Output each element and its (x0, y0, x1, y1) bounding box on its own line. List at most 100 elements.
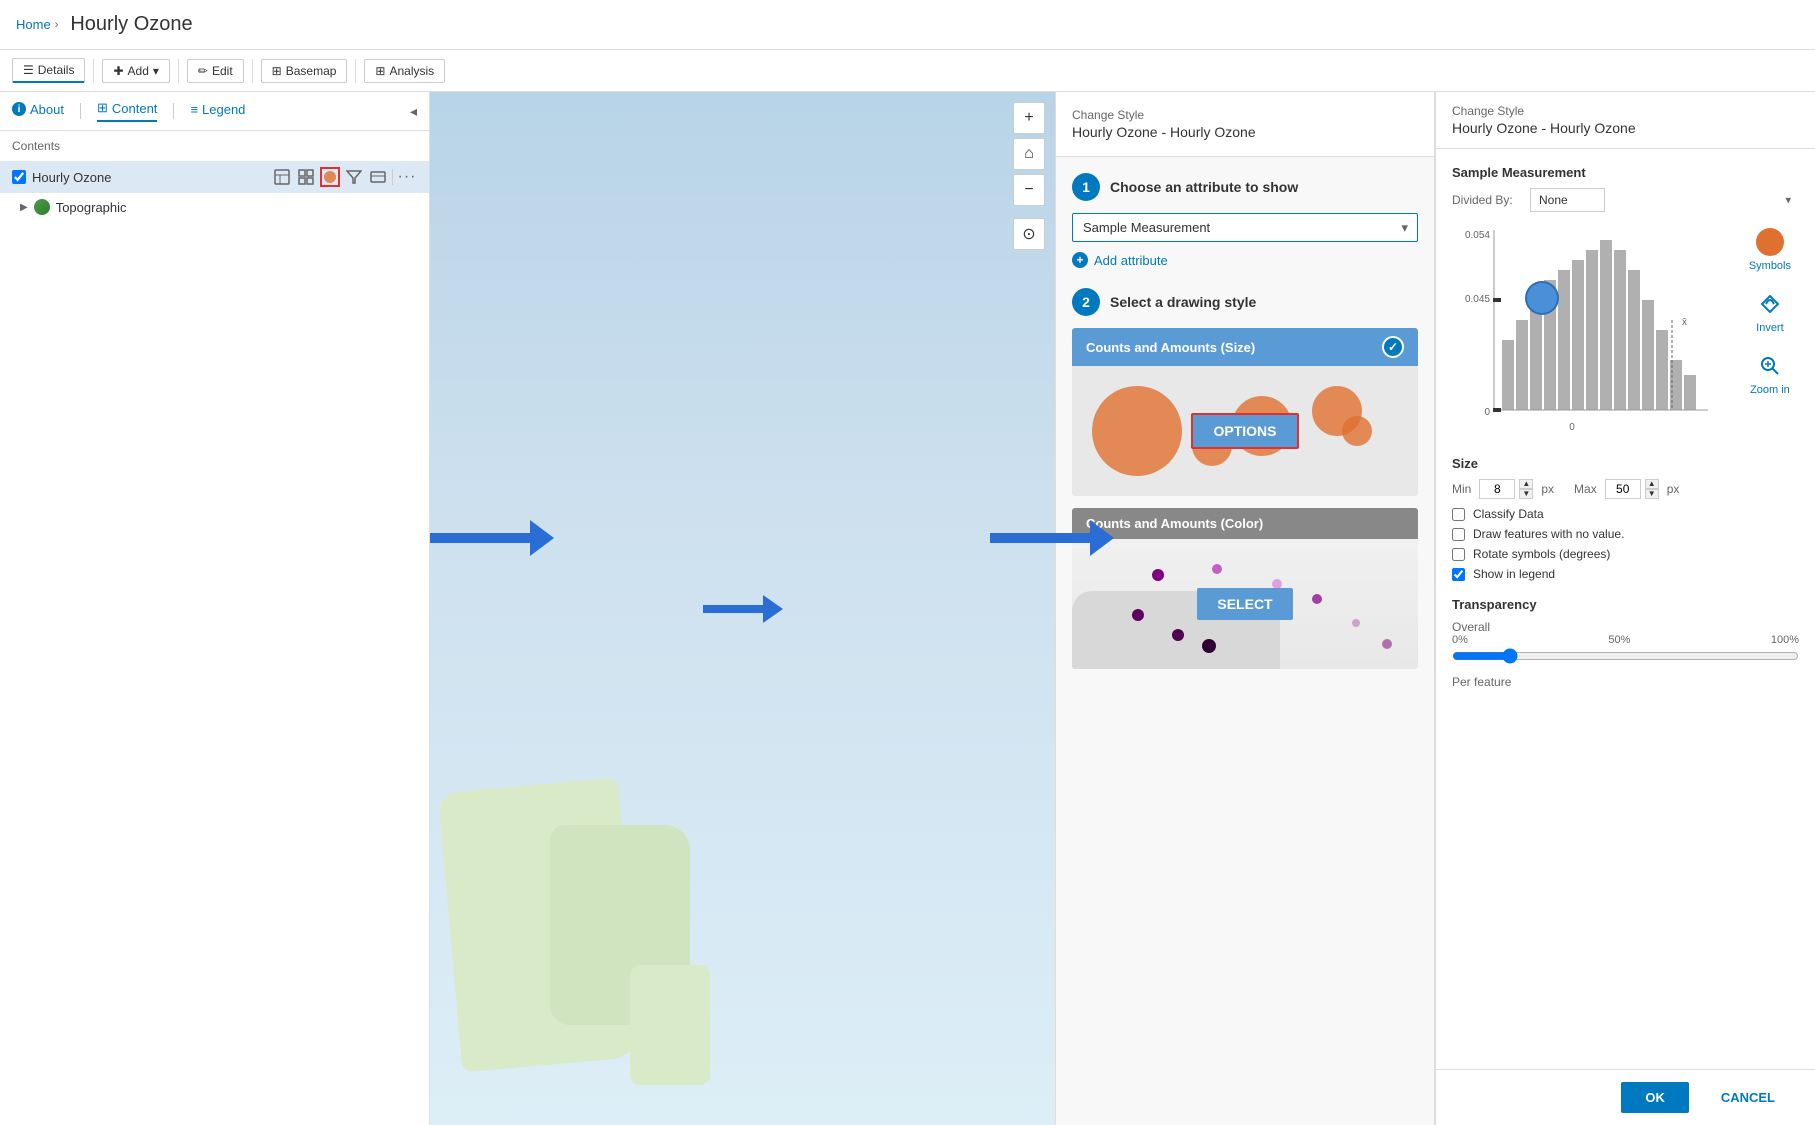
rotate-checkbox[interactable] (1452, 548, 1465, 561)
layer-icon-grid[interactable] (296, 167, 316, 187)
card-size[interactable]: Counts and Amounts (Size) ✓ OPTIONS (1072, 328, 1418, 496)
per-feature-label: Per feature (1452, 675, 1799, 689)
add-icon: ✚ (113, 64, 123, 78)
topo-item[interactable]: ▶ Topographic (0, 193, 429, 221)
main-layout: i About ⊞ Content ≡ Legend ◂ Contents Ho… (0, 92, 1815, 1125)
add-attribute[interactable]: + Add attribute (1072, 252, 1418, 268)
panel-tabs: i About ⊞ Content ≡ Legend ◂ (0, 92, 429, 131)
classify-label: Classify Data (1473, 507, 1544, 521)
card-size-header: Counts and Amounts (Size) ✓ (1072, 328, 1418, 366)
invert-tool[interactable]: Invert (1756, 290, 1784, 334)
ok-button[interactable]: OK (1621, 1082, 1689, 1113)
basemap-button[interactable]: ⊞ Basemap (261, 59, 348, 83)
size-min-spinners: ▲ ▼ (1519, 479, 1533, 499)
center-panel: Change Style Hourly Ozone - Hourly Ozone… (1055, 92, 1435, 1125)
size-max-down[interactable]: ▼ (1645, 489, 1659, 499)
zoom-in-tool[interactable]: Zoom in (1750, 352, 1790, 396)
layer-name: Hourly Ozone (32, 170, 111, 185)
histogram-svg: 0.054 0.045 0 0 x̄ (1452, 220, 1732, 440)
size-min-input[interactable] (1479, 479, 1515, 499)
right-panel-body: Sample Measurement Divided By: None Popu… (1436, 149, 1815, 1069)
tab-separator-2 (173, 103, 174, 119)
invert-icon (1756, 290, 1784, 318)
add-button[interactable]: ✚ Add ▾ (102, 59, 169, 83)
card-color[interactable]: Counts and Amounts (Color) (1072, 508, 1418, 669)
toolbar-separator-4 (355, 59, 356, 83)
size-max-label: Max (1574, 482, 1597, 496)
legend-label: Show in legend (1473, 567, 1555, 581)
center-panel-title: Hourly Ozone - Hourly Ozone (1072, 124, 1418, 140)
center-panel-subtitle: Change Style (1072, 108, 1418, 122)
layer-icon-table2[interactable] (368, 167, 388, 187)
layer-icon-style[interactable] (320, 167, 340, 187)
size-max-up[interactable]: ▲ (1645, 479, 1659, 489)
step-1-label: Choose an attribute to show (1110, 179, 1298, 195)
divided-by-row: Divided By: None Population Area (1452, 188, 1799, 212)
options-button[interactable]: OPTIONS (1191, 413, 1298, 449)
classify-row: Classify Data (1452, 507, 1799, 521)
card-color-header: Counts and Amounts (Color) (1072, 508, 1418, 539)
size-max-input[interactable] (1605, 479, 1641, 499)
symbols-icon (1756, 228, 1784, 256)
zoom-out-button[interactable]: − (1013, 174, 1045, 206)
map-controls: + ⌂ − ⊙ (1013, 102, 1045, 250)
no-value-label: Draw features with no value. (1473, 527, 1624, 541)
locate-button[interactable]: ⊙ (1013, 218, 1045, 250)
size-label: Size (1452, 456, 1799, 471)
classify-checkbox[interactable] (1452, 508, 1465, 521)
home-map-button[interactable]: ⌂ (1013, 138, 1045, 170)
analysis-icon: ⊞ (375, 64, 385, 78)
tab-content[interactable]: ⊞ Content (97, 100, 157, 122)
details-button[interactable]: ☰ Details (12, 58, 85, 83)
right-panel-header: Change Style Hourly Ozone - Hourly Ozone (1436, 92, 1815, 149)
zoom-in-button[interactable]: + (1013, 102, 1045, 134)
home-link[interactable]: Home (16, 17, 51, 32)
analysis-button[interactable]: ⊞ Analysis (364, 59, 445, 83)
no-value-checkbox[interactable] (1452, 528, 1465, 541)
card-color-title: Counts and Amounts (Color) (1086, 516, 1263, 531)
transparency-title: Transparency (1452, 597, 1799, 612)
edit-button[interactable]: ✏ Edit (187, 59, 244, 83)
layer-icon-more[interactable]: ··· (397, 167, 417, 187)
symbols-label: Symbols (1749, 260, 1791, 272)
rotate-row: Rotate symbols (degrees) (1452, 547, 1799, 561)
add-attribute-icon: + (1072, 252, 1088, 268)
overall-slider[interactable] (1452, 648, 1799, 664)
page-title: Hourly Ozone (70, 13, 192, 36)
step-1-circle: 1 (1072, 173, 1100, 201)
layer-icon-filter[interactable] (344, 167, 364, 187)
edit-icon: ✏ (198, 64, 208, 78)
tab-legend[interactable]: ≡ Legend (190, 102, 245, 121)
svg-text:x̄: x̄ (1682, 317, 1687, 328)
layer-checkbox[interactable] (12, 170, 26, 184)
legend-checkbox[interactable] (1452, 568, 1465, 581)
size-min-down[interactable]: ▼ (1519, 489, 1533, 499)
tab-about[interactable]: i About (12, 102, 64, 121)
toolbar: ☰ Details ✚ Add ▾ ✏ Edit ⊞ Basemap ⊞ Ana… (0, 50, 1815, 92)
divided-by-select[interactable]: None Population Area (1530, 188, 1605, 212)
invert-label: Invert (1756, 322, 1784, 334)
add-chevron-icon: ▾ (153, 64, 159, 78)
symbols-tool[interactable]: Symbols (1749, 228, 1791, 272)
map-area[interactable]: + ⌂ − ⊙ (430, 92, 1055, 1125)
layer-icon-table[interactable] (272, 167, 292, 187)
attribute-select[interactable]: Sample Measurement (1072, 213, 1418, 242)
cancel-button[interactable]: CANCEL (1697, 1082, 1799, 1113)
info-icon: i (12, 102, 26, 116)
svg-text:0: 0 (1569, 422, 1575, 433)
section-label: Sample Measurement (1452, 165, 1799, 180)
layer-item[interactable]: Hourly Ozone ··· (0, 161, 429, 193)
card-size-body: OPTIONS (1072, 366, 1418, 496)
layer-icon-separator (392, 169, 393, 185)
divided-by-label: Divided By: (1452, 193, 1522, 207)
center-panel-body: 1 Choose an attribute to show Sample Mea… (1056, 157, 1434, 1125)
topbar: Home › Hourly Ozone (0, 0, 1815, 50)
select-button[interactable]: SELECT (1197, 588, 1292, 620)
breadcrumb-chevron: › (55, 19, 59, 31)
size-min-unit: px (1541, 482, 1554, 496)
collapse-arrow[interactable]: ◂ (410, 103, 417, 120)
size-min-up[interactable]: ▲ (1519, 479, 1533, 489)
card-color-body: SELECT (1072, 539, 1418, 669)
transparency-section: Transparency Overall 0% 50% 100% Per fea… (1452, 597, 1799, 689)
contents-label: Contents (0, 131, 429, 161)
